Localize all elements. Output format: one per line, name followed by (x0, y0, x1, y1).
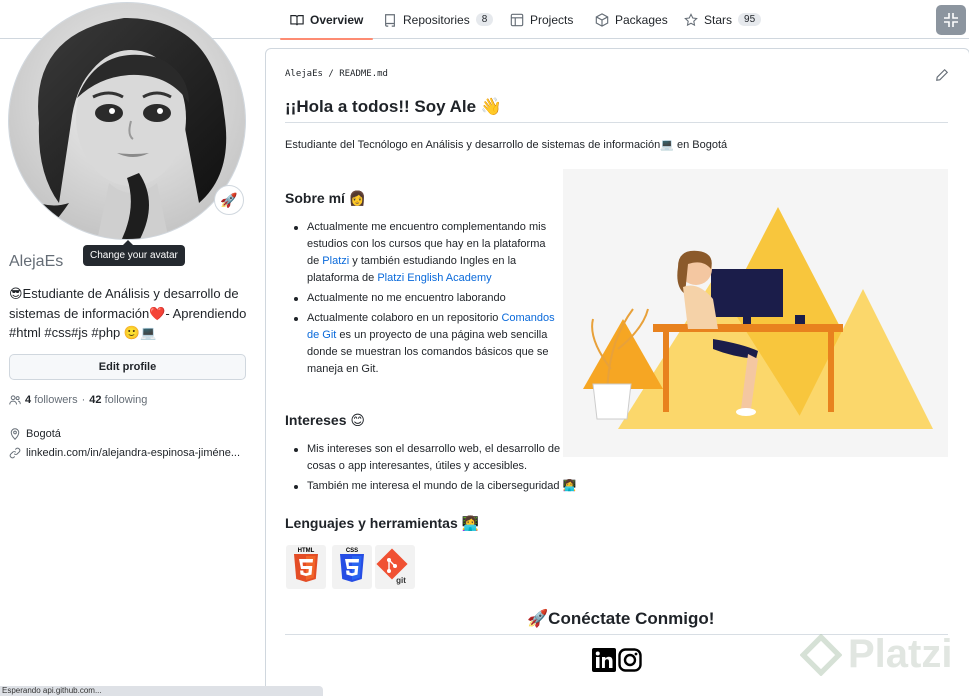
followers-label: followers (34, 394, 78, 406)
tab-stars[interactable]: Stars 95 (684, 0, 762, 39)
list-item: Actualmente me encuentro complementando … (285, 219, 555, 287)
linkedin-icon (592, 648, 616, 672)
developer-illustration (563, 169, 948, 457)
watermark-text: Platzi (848, 632, 953, 676)
languages-heading: Lenguajes y herramientas 👩‍💻 (285, 515, 480, 531)
about-list: Actualmente me encuentro complementando … (285, 219, 555, 381)
avatar-status-button[interactable]: 🚀 (214, 185, 244, 215)
html5-badge[interactable]: HTML (286, 545, 326, 589)
tab-label: Packages (615, 12, 668, 27)
linkedin-social-link[interactable] (592, 648, 616, 672)
tab-label: Projects (530, 12, 574, 27)
following-label: following (104, 394, 148, 406)
platzi-english-link[interactable]: Platzi English Academy (377, 272, 491, 284)
platzi-logo-icon (800, 633, 842, 676)
list-item-text: Actualmente colaboro en un repositorio (307, 312, 502, 324)
stars-count-badge: 95 (738, 13, 762, 26)
browser-status-bar: Esperando api.github.com... (0, 686, 323, 696)
linkedin-link[interactable]: linkedin.com/in/alejandra-espinosa-jimén… (26, 447, 240, 459)
interests-heading: Intereses 😊 (285, 412, 365, 428)
platzi-link[interactable]: Platzi (322, 255, 349, 267)
about-heading: Sobre mí 👩 (285, 190, 367, 206)
list-item: Mis intereses son el desarrollo web, el … (285, 441, 585, 475)
following-link[interactable]: 42 following (89, 394, 147, 406)
platzi-watermark: Platzi (800, 632, 952, 677)
connect-heading: 🚀Conéctate Conmigo! (527, 609, 715, 628)
path-user-link[interactable]: AlejaEs (285, 69, 323, 79)
avatar[interactable] (8, 2, 246, 240)
tab-packages[interactable]: Packages (595, 0, 668, 39)
collapse-button[interactable] (936, 5, 966, 35)
divider (285, 122, 948, 123)
people-icon (9, 395, 21, 405)
location-item: Bogotá (9, 428, 61, 440)
css3-icon: CSS (340, 548, 364, 582)
html-label: HTML (298, 548, 315, 554)
path-separator: / (328, 69, 334, 79)
tab-overview[interactable]: Overview (279, 0, 374, 40)
list-item-text: es un proyecto de una página web sencill… (307, 329, 549, 375)
readme-intro: Estudiante del Tecnólogo en Análisis y d… (285, 139, 728, 151)
linkedin-item[interactable]: linkedin.com/in/alejandra-espinosa-jimén… (9, 447, 240, 459)
tab-repositories[interactable]: Repositories 8 (383, 0, 494, 39)
edit-profile-button[interactable]: Edit profile (9, 354, 246, 380)
html5-icon: HTML (294, 548, 318, 582)
location-icon (10, 428, 20, 440)
table-icon (510, 13, 524, 27)
avatar-illustration (9, 3, 245, 239)
readme-path: AlejaEs / README.md (285, 69, 388, 79)
tab-label: Overview (310, 12, 364, 27)
profile-bio: 😎Estudiante de Análisis y desarrollo de … (9, 286, 247, 340)
repo-count-badge: 8 (475, 13, 494, 26)
git-label: git (396, 576, 406, 585)
location-text: Bogotá (26, 428, 61, 440)
link-icon (9, 447, 21, 459)
tab-label: Stars (704, 12, 733, 27)
list-item: Actualmente colaboro en un repositorio C… (285, 310, 555, 378)
username: AlejaEs (9, 253, 64, 270)
list-item: Actualmente no me encuentro laborando (285, 290, 555, 307)
tab-label: Repositories (403, 12, 470, 27)
followers-count: 4 (25, 394, 32, 406)
css3-badge[interactable]: CSS (332, 545, 372, 589)
css-label: CSS (346, 548, 358, 554)
interests-list: Mis intereses son el desarrollo web, el … (285, 441, 585, 498)
avatar-tooltip: Change your avatar (83, 240, 185, 266)
book-icon (290, 13, 304, 27)
path-file: README.md (339, 69, 388, 79)
rocket-icon: 🚀 (220, 191, 238, 208)
separator: · (81, 394, 86, 406)
follow-stats: 4 followers · 42 following (9, 394, 147, 406)
instagram-icon (618, 648, 642, 672)
collapse-icon (944, 13, 958, 27)
instagram-social-link[interactable] (618, 648, 642, 672)
git-icon: git (376, 548, 408, 585)
edit-readme-pencil-icon[interactable] (935, 68, 949, 82)
list-item: También me interesa el mundo de la ciber… (285, 478, 585, 495)
package-icon (595, 12, 609, 27)
followers-link[interactable]: 4 followers (25, 394, 78, 406)
following-count: 42 (89, 394, 102, 406)
readme-title: ¡¡Hola a todos!! Soy Ale 👋 (285, 97, 502, 116)
repo-icon (383, 13, 397, 27)
tab-projects[interactable]: Projects (510, 0, 573, 39)
git-badge[interactable]: git (375, 545, 415, 589)
star-icon (684, 12, 698, 27)
